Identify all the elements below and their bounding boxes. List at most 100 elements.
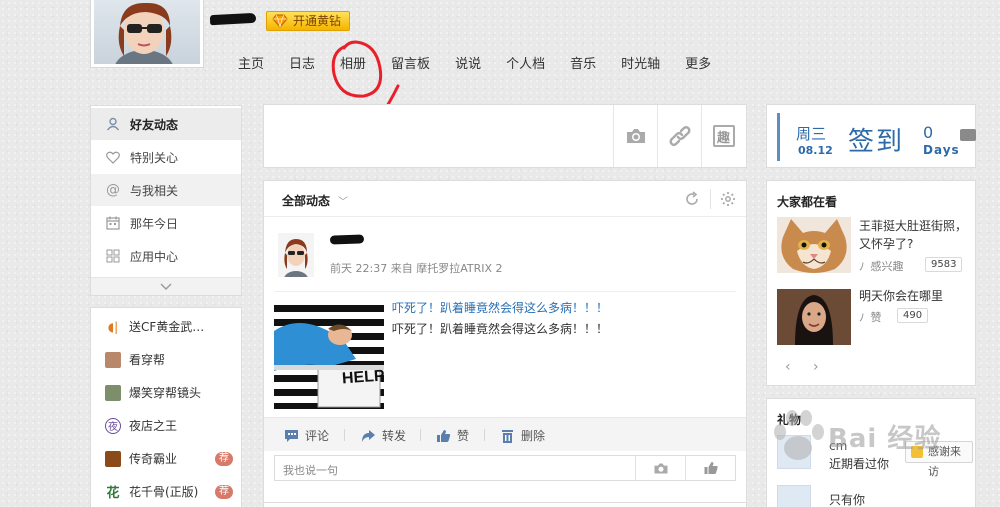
fun-button[interactable]: 趣 [701,105,745,167]
nav-status[interactable]: 说说 [455,56,481,74]
delete-label: 删除 [521,429,546,443]
share-arrow-icon [362,429,375,442]
gifts-card: 礼物 cm 近期看过你 感谢来访 只有你 [766,398,976,507]
comment-emoji-button[interactable] [685,456,735,480]
post-meta: 前天 22:37 来自 摩托罗拉ATRIX 2 [330,262,503,275]
chevron-left-icon[interactable]: ‹ [785,359,791,375]
app-photo-icon [105,384,121,401]
comment-button[interactable]: 评论 [284,427,329,444]
nickname-redacted [209,12,257,26]
upload-photo-button[interactable] [613,105,657,167]
sidebar-item-label: 好友动态 [130,117,179,132]
visitor-label: 近期看过你 [829,457,890,471]
flower-icon: 花 [106,486,120,501]
trash-icon [502,429,513,443]
heart-icon [105,149,121,165]
next-feed-card [263,502,747,507]
nav-home[interactable]: 主页 [238,56,264,74]
profile-avatar[interactable] [90,0,204,68]
open-vip-label: 开通黄钻 [293,14,342,28]
post-title-link[interactable]: 吓死了！趴着睡竟然会得这么多病！！！ [392,299,608,316]
like-icon: ﾉ [859,311,865,324]
sidebar-apps: ◖| 送CF黄金武… 看穿帮 爆笑穿帮镜头 夜 夜店之王 传奇霸业 荐 花 花千… [90,307,242,507]
sidebar-item-mentions[interactable]: @ 与我相关 [91,174,241,206]
trending-card: 大家都在看 王菲挺大肚逛街照，又怀孕了? ﾉ 感兴趣 9583 明天你会在哪里 … [766,180,976,386]
comment-label: 评论 [305,429,330,443]
feed-filter-dropdown[interactable]: 全部动态 [282,192,330,209]
feed-header: 全部动态 ﹀ [264,181,746,217]
like-button[interactable]: 赞 [436,427,469,444]
diamond-icon [272,14,288,28]
signin-button[interactable]: 签到 [848,121,904,158]
visitor-row: 只有你 [777,485,973,507]
comment-icon [285,429,298,442]
help-sign-text: HELP [341,367,384,388]
gifts-title: 礼物 [777,413,802,427]
post-author-avatar[interactable] [278,233,314,277]
trending-item-title[interactable]: 王菲挺大肚逛街照，又怀孕了? [859,217,975,253]
comment-photo-button[interactable] [635,456,685,480]
trending-title: 大家都在看 [777,195,838,209]
nav-music[interactable]: 音乐 [570,56,596,74]
gear-icon[interactable] [720,191,736,207]
date: 08.12 [798,144,833,157]
nav-blog[interactable]: 日志 [289,56,315,74]
delete-button[interactable]: 删除 [500,427,545,444]
fun-icon: 趣 [712,125,735,147]
nav-profile[interactable]: 个人档 [506,56,545,74]
signin-days-count: 0 [923,123,934,142]
sidebar-item-app-center[interactable]: 应用中心 [91,240,241,272]
comment-input[interactable]: 我也说一句 [274,455,736,481]
app-item-legend[interactable]: 传奇霸业 荐 [91,442,241,475]
app-item-huaqiangu[interactable]: 花 花千骨(正版) 荐 [91,475,241,507]
share-link-button[interactable] [657,105,701,167]
refresh-icon[interactable] [684,191,700,207]
divider [710,189,711,209]
open-vip-button[interactable]: 开通黄钻 [266,11,351,31]
chevron-down-icon: ﹀ [338,197,348,208]
recommend-badge: 荐 [215,484,233,499]
compose-box[interactable]: 趣 [263,104,747,168]
post-image[interactable]: HELP [274,301,384,409]
trending-item-count: 9583 [925,257,963,272]
trending-item-title[interactable]: 明天你会在哪里 [859,287,975,305]
post-author-name-redacted [329,234,365,245]
weekday: 周三 [796,125,827,143]
thumbs-up-icon [437,429,451,442]
link-icon [669,126,690,146]
app-label: 花千骨(正版) [129,485,199,499]
visitor-row: cm 近期看过你 感谢来访 [777,435,973,478]
legend-icon [105,450,121,467]
thumbs-up-icon [704,462,718,474]
app-label: 夜店之王 [129,419,178,433]
app-label: 爆笑穿帮镜头 [129,386,202,400]
trending-image-cat[interactable] [777,217,851,273]
visitor-avatar[interactable] [777,485,811,507]
nav-timeline[interactable]: 时光轴 [621,56,660,74]
app-item-nightclub[interactable]: 夜 夜店之王 [91,409,241,442]
app-item-bloopers[interactable]: 爆笑穿帮镜头 [91,376,241,409]
thank-visit-button[interactable]: 感谢来访 [905,441,973,478]
signin-widget: 周三 08.12 签到 0 Days [777,113,969,161]
repost-button[interactable]: 转发 [361,427,406,444]
chevron-right-icon[interactable]: › [813,359,819,375]
app-label: 送CF黄金武… [129,320,205,334]
app-item-kanchuanbang[interactable]: 看穿帮 [91,343,241,376]
divider [274,291,736,292]
visitor-name[interactable]: cm [829,439,847,453]
audio-icon: ◖| [107,319,119,334]
app-item-cf[interactable]: ◖| 送CF黄金武… [91,310,241,343]
video-icon[interactable] [960,129,976,141]
app-avatar-icon [105,351,121,368]
visitor-avatar[interactable] [777,435,811,469]
grid-icon [105,248,121,264]
trending-image-woman[interactable] [777,289,851,345]
sidebar-item-this-day[interactable]: 那年今日 [91,207,241,239]
chevron-down-icon [160,283,172,290]
recommend-badge: 荐 [215,451,233,466]
nav-more[interactable]: 更多 [685,56,711,74]
sidebar-item-friend-feed[interactable]: 好友动态 [91,108,241,140]
sidebar-collapse-button[interactable] [91,277,241,295]
sidebar-item-special-care[interactable]: 特别关心 [91,141,241,173]
camera-icon [654,462,667,474]
